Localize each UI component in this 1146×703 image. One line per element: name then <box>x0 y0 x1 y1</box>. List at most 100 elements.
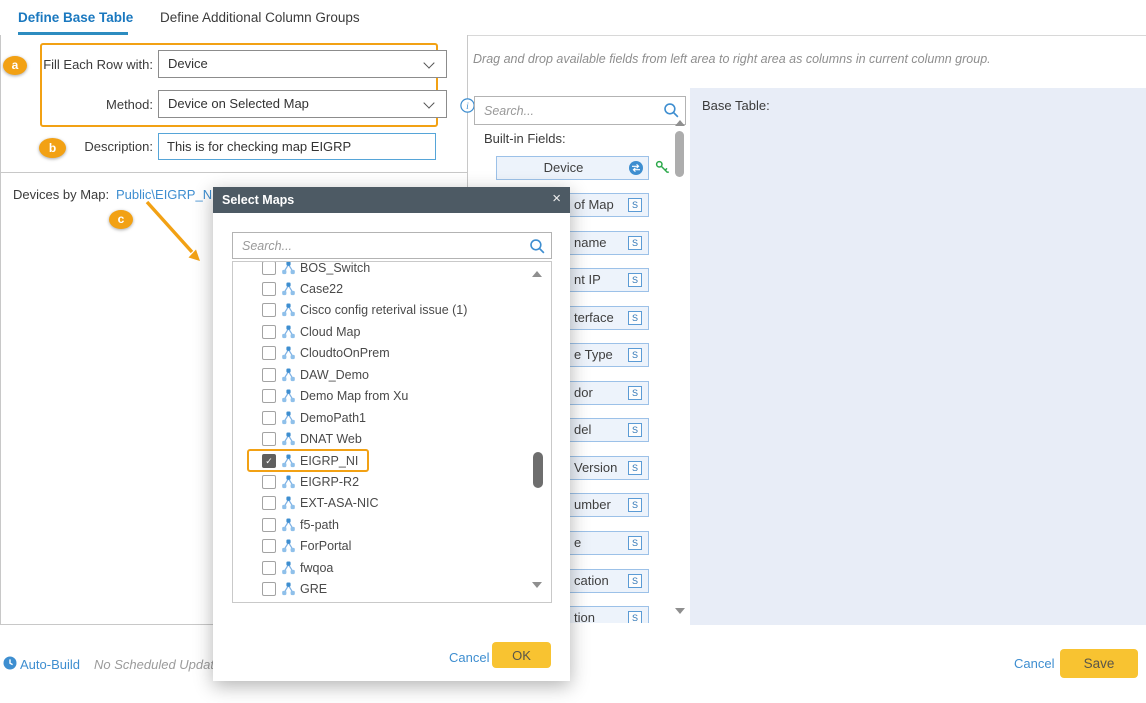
map-name: Cisco config reterival issue (1) <box>300 303 467 317</box>
map-list-item[interactable]: EIGRP-R2 <box>233 472 551 493</box>
map-checkbox[interactable] <box>262 282 276 296</box>
tab-define-base-table[interactable]: Define Base Table <box>18 10 133 25</box>
method-value: Device on Selected Map <box>168 96 309 111</box>
svg-text:i: i <box>466 102 469 112</box>
cancel-button[interactable]: Cancel <box>1008 655 1060 672</box>
fields-search-input[interactable] <box>475 97 685 124</box>
map-checkbox[interactable] <box>262 539 276 553</box>
dialog-title: Select Maps <box>222 187 294 213</box>
clock-icon <box>3 656 17 675</box>
map-icon <box>281 282 296 296</box>
map-list-item[interactable]: fwqoa <box>233 557 551 578</box>
field-item-label: of Map <box>574 197 614 212</box>
field-item-label: terface <box>574 310 614 325</box>
auto-build-link[interactable]: Auto-Build <box>20 657 80 672</box>
map-list-item[interactable]: CloudtoOnPrem <box>233 343 551 364</box>
fill-each-row-select[interactable]: Device <box>158 50 447 78</box>
map-checkbox[interactable] <box>262 261 276 275</box>
dialog-ok-button[interactable]: OK <box>492 642 551 668</box>
description-input[interactable] <box>158 133 436 160</box>
fields-scroll-down-icon[interactable] <box>675 608 685 614</box>
map-name: EXT-ASA-NIC <box>300 496 379 510</box>
map-list-item[interactable]: Cloud Map <box>233 321 551 342</box>
info-icon[interactable]: i <box>460 98 475 113</box>
map-icon <box>281 475 296 489</box>
close-icon[interactable]: × <box>552 190 561 207</box>
field-device[interactable]: Device <box>496 156 649 180</box>
map-name: DemoPath1 <box>300 411 366 425</box>
search-icon[interactable] <box>529 238 546 260</box>
map-icon <box>281 389 296 403</box>
map-icon <box>281 432 296 446</box>
map-icon <box>281 368 296 382</box>
map-name: EIGRP_NI <box>300 454 358 468</box>
field-item-label: e Type <box>574 347 613 362</box>
string-type-badge: S <box>628 236 642 250</box>
map-icon <box>281 518 296 532</box>
map-list-item[interactable]: ✓ EIGRP_NI <box>233 450 551 471</box>
fields-scrollbar-thumb[interactable] <box>675 131 684 177</box>
callout-badge-c: c <box>109 210 133 229</box>
chevron-down-icon <box>423 97 434 108</box>
string-type-badge: S <box>628 611 642 623</box>
map-checkbox[interactable] <box>262 303 276 317</box>
map-checkbox[interactable] <box>262 518 276 532</box>
map-list-item[interactable]: DAW_Demo <box>233 364 551 385</box>
map-list-item[interactable]: Demo Map from Xu <box>233 386 551 407</box>
map-checkbox[interactable] <box>262 389 276 403</box>
map-icon <box>281 261 296 275</box>
map-checkbox[interactable] <box>262 325 276 339</box>
devices-by-map-label: Devices by Map: <box>13 187 109 202</box>
map-icon <box>281 325 296 339</box>
map-icon <box>281 561 296 575</box>
map-list-item[interactable]: Cisco config reterival issue (1) <box>233 300 551 321</box>
section-divider <box>1 172 467 173</box>
map-checkbox[interactable] <box>262 582 276 596</box>
fields-scroll-up-icon[interactable] <box>675 120 685 126</box>
base-table-drop-area[interactable]: Base Table: <box>690 88 1146 625</box>
map-list-item[interactable]: DemoPath1 <box>233 407 551 428</box>
maps-search-input[interactable] <box>233 233 551 258</box>
fill-each-row-value: Device <box>168 56 208 71</box>
map-checkbox[interactable] <box>262 432 276 446</box>
map-list-item[interactable]: EXT-ASA-NIC <box>233 493 551 514</box>
map-list-item[interactable]: DNAT Web <box>233 429 551 450</box>
string-type-badge: S <box>628 536 642 550</box>
key-icon <box>655 160 670 180</box>
dialog-header[interactable]: Select Maps × <box>213 187 570 213</box>
method-select[interactable]: Device on Selected Map <box>158 90 447 118</box>
select-maps-dialog: Select Maps × BOS_SwitchCase22 Cisco conf… <box>213 187 570 681</box>
description-label: Description: <box>1 139 153 154</box>
map-checkbox[interactable] <box>262 561 276 575</box>
map-list-item[interactable]: BOS_Switch <box>233 261 551 278</box>
field-item-label: name <box>574 235 607 250</box>
field-item-label: Version <box>574 460 617 475</box>
map-list-item[interactable]: ForPortal <box>233 536 551 557</box>
map-list-item[interactable]: f5-path <box>233 514 551 535</box>
devices-by-map-link[interactable]: Public\EIGRP_NI <box>116 187 216 202</box>
dialog-cancel-button[interactable]: Cancel <box>443 649 495 666</box>
map-checkbox[interactable] <box>262 411 276 425</box>
map-icon <box>281 303 296 317</box>
drag-drop-hint: Drag and drop available fields from left… <box>473 52 991 66</box>
map-name: f5-path <box>300 518 339 532</box>
tab-define-additional-column-groups[interactable]: Define Additional Column Groups <box>160 10 360 25</box>
map-icon <box>281 496 296 510</box>
map-checkbox[interactable]: ✓ <box>262 454 276 468</box>
map-list-item[interactable]: GRE <box>233 579 551 600</box>
field-item-label: del <box>574 422 591 437</box>
chevron-down-icon <box>423 57 434 68</box>
map-icon <box>281 454 296 468</box>
schedule-status: No Scheduled Update <box>94 657 221 672</box>
map-checkbox[interactable] <box>262 496 276 510</box>
field-item-label: dor <box>574 385 593 400</box>
map-checkbox[interactable] <box>262 346 276 360</box>
string-type-badge: S <box>628 498 642 512</box>
map-checkbox[interactable] <box>262 368 276 382</box>
string-type-badge: S <box>628 574 642 588</box>
map-icon <box>281 539 296 553</box>
save-button[interactable]: Save <box>1060 649 1138 678</box>
map-checkbox[interactable] <box>262 475 276 489</box>
map-list-item[interactable]: Case22 <box>233 278 551 299</box>
method-label: Method: <box>1 97 153 112</box>
